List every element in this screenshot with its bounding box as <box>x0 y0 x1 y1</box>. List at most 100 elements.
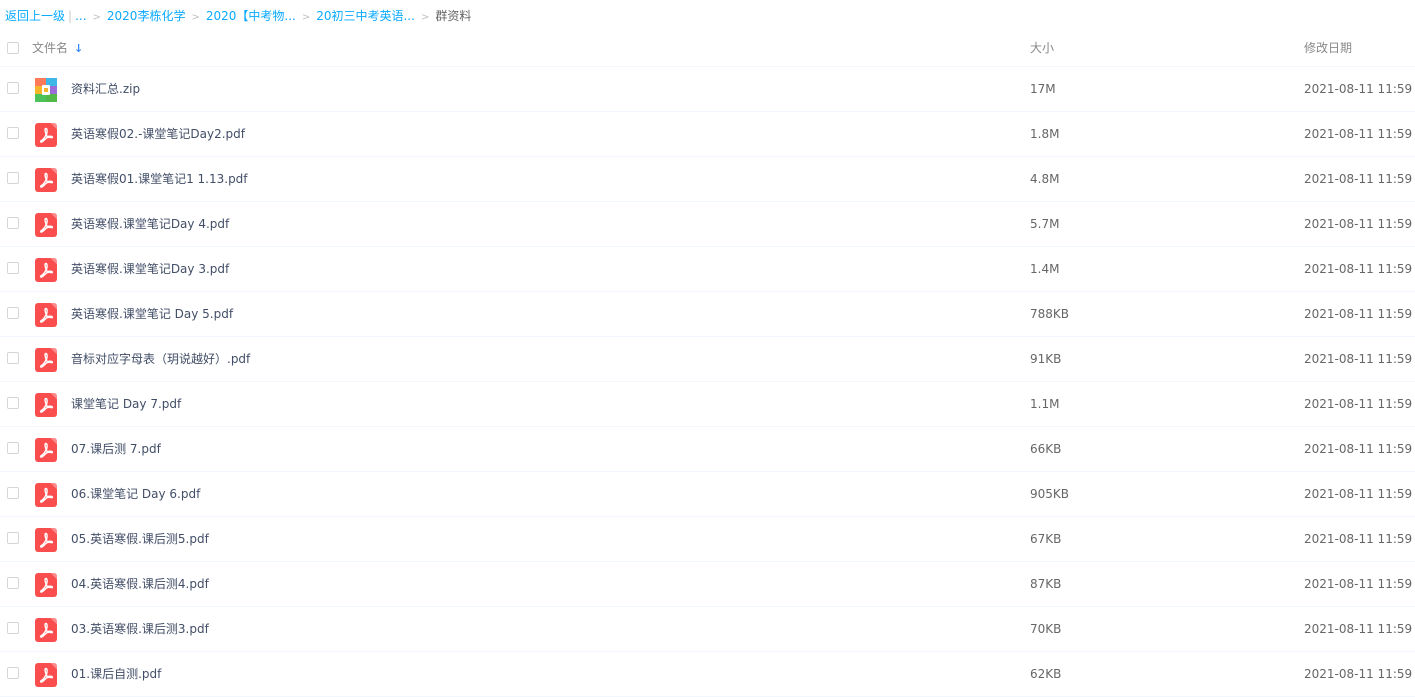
pdf-icon <box>35 168 57 192</box>
breadcrumb-current: 群资料 <box>435 9 472 23</box>
file-size: 87KB <box>1030 577 1062 591</box>
pdf-icon <box>35 258 57 282</box>
row-checkbox[interactable] <box>7 622 19 634</box>
row-checkbox[interactable] <box>7 532 19 544</box>
row-checkbox[interactable] <box>7 487 19 499</box>
file-date: 2021-08-11 11:59 <box>1304 82 1413 96</box>
arrow-down-icon[interactable]: ↓ <box>74 31 83 67</box>
file-name[interactable]: 05.英语寒假.课后测5.pdf <box>71 517 209 561</box>
breadcrumb: 返回上一级 |... >2020李栋化学 >2020【中考物... >20初三中考英语.… <box>5 7 471 25</box>
file-size: 67KB <box>1030 532 1062 546</box>
breadcrumb-item-1[interactable]: 2020李栋化学 <box>107 9 186 23</box>
file-size: 4.8M <box>1030 172 1060 186</box>
file-name[interactable]: 07.课后测 7.pdf <box>71 427 161 471</box>
file-row[interactable]: 05.英语寒假.课后测5.pdf 67KB 2021-08-11 11:59 <box>0 517 1415 562</box>
file-name[interactable]: 04.英语寒假.课后测4.pdf <box>71 562 209 606</box>
file-name[interactable]: 03.英语寒假.课后测3.pdf <box>71 607 209 651</box>
pdf-icon <box>35 483 57 507</box>
file-row[interactable]: 英语寒假01.课堂笔记1 1.13.pdf 4.8M 2021-08-11 11… <box>0 157 1415 202</box>
file-size: 17M <box>1030 82 1056 96</box>
file-date: 2021-08-11 11:59 <box>1304 442 1413 456</box>
pdf-icon <box>35 573 57 597</box>
file-date: 2021-08-11 11:59 <box>1304 487 1413 501</box>
row-checkbox[interactable] <box>7 352 19 364</box>
file-name[interactable]: 英语寒假02.-课堂笔记Day2.pdf <box>71 112 245 156</box>
file-row[interactable]: 英语寒假.课堂笔记Day 3.pdf 1.4M 2021-08-11 11:59 <box>0 247 1415 292</box>
file-date: 2021-08-11 11:59 <box>1304 307 1413 321</box>
row-checkbox[interactable] <box>7 442 19 454</box>
row-checkbox[interactable] <box>7 397 19 409</box>
file-name[interactable]: 英语寒假.课堂笔记 Day 5.pdf <box>71 292 233 336</box>
file-date: 2021-08-11 11:59 <box>1304 262 1413 276</box>
file-row[interactable]: 07.课后测 7.pdf 66KB 2021-08-11 11:59 <box>0 427 1415 472</box>
back-link[interactable]: 返回上一级 <box>5 9 65 23</box>
column-header-date[interactable]: 修改日期 <box>1304 30 1352 66</box>
row-checkbox[interactable] <box>7 82 19 94</box>
breadcrumb-pipe: | <box>68 9 73 23</box>
breadcrumb-separator: > <box>301 12 311 23</box>
file-row[interactable]: 英语寒假.课堂笔记Day 4.pdf 5.7M 2021-08-11 11:59 <box>0 202 1415 247</box>
file-list-header: 文件名 ↓ 大小 修改日期 <box>0 30 1415 67</box>
file-date: 2021-08-11 11:59 <box>1304 397 1413 411</box>
file-row[interactable]: 音标对应字母表（玥说越好）.pdf 91KB 2021-08-11 11:59 <box>0 337 1415 382</box>
select-all-checkbox[interactable] <box>7 42 19 54</box>
row-checkbox[interactable] <box>7 577 19 589</box>
pdf-icon <box>35 393 57 417</box>
pdf-icon <box>35 528 57 552</box>
file-size: 1.8M <box>1030 127 1060 141</box>
breadcrumb-separator: > <box>92 12 101 23</box>
row-checkbox[interactable] <box>7 172 19 184</box>
breadcrumb-item-3[interactable]: 20初三中考英语... <box>316 9 415 23</box>
row-checkbox[interactable] <box>7 262 19 274</box>
breadcrumb-separator: > <box>420 12 430 23</box>
column-header-name-label: 文件名 <box>32 41 69 55</box>
file-list: 资料汇总.zip 17M 2021-08-11 11:59 英语寒假02.-课堂… <box>0 67 1415 697</box>
file-name[interactable]: 英语寒假.课堂笔记Day 4.pdf <box>71 202 229 246</box>
pdf-icon <box>35 663 57 687</box>
file-size: 62KB <box>1030 667 1062 681</box>
file-size: 91KB <box>1030 352 1062 366</box>
file-size: 1.4M <box>1030 262 1060 276</box>
file-name[interactable]: 01.课后自测.pdf <box>71 652 161 696</box>
file-row[interactable]: 06.课堂笔记 Day 6.pdf 905KB 2021-08-11 11:59 <box>0 472 1415 517</box>
row-checkbox[interactable] <box>7 307 19 319</box>
file-date: 2021-08-11 11:59 <box>1304 577 1413 591</box>
pdf-icon <box>35 348 57 372</box>
file-date: 2021-08-11 11:59 <box>1304 667 1413 681</box>
breadcrumb-item-2[interactable]: 2020【中考物... <box>206 9 296 23</box>
file-name[interactable]: 英语寒假01.课堂笔记1 1.13.pdf <box>71 157 248 201</box>
breadcrumb-separator: > <box>191 12 200 23</box>
file-size: 66KB <box>1030 442 1062 456</box>
pdf-icon <box>35 123 57 147</box>
file-name[interactable]: 课堂笔记 Day 7.pdf <box>71 382 181 426</box>
row-checkbox[interactable] <box>7 127 19 139</box>
file-row[interactable]: 03.英语寒假.课后测3.pdf 70KB 2021-08-11 11:59 <box>0 607 1415 652</box>
file-size: 905KB <box>1030 487 1070 501</box>
zip-icon <box>35 78 57 102</box>
file-row[interactable]: 04.英语寒假.课后测4.pdf 87KB 2021-08-11 11:59 <box>0 562 1415 607</box>
file-date: 2021-08-11 11:59 <box>1304 172 1413 186</box>
file-date: 2021-08-11 11:59 <box>1304 352 1413 366</box>
row-checkbox[interactable] <box>7 217 19 229</box>
pdf-icon <box>35 303 57 327</box>
file-name[interactable]: 06.课堂笔记 Day 6.pdf <box>71 472 200 516</box>
file-date: 2021-08-11 11:59 <box>1304 622 1413 636</box>
file-name[interactable]: 英语寒假.课堂笔记Day 3.pdf <box>71 247 229 291</box>
file-row[interactable]: 英语寒假02.-课堂笔记Day2.pdf 1.8M 2021-08-11 11:… <box>0 112 1415 157</box>
column-header-name[interactable]: 文件名 ↓ <box>32 30 83 67</box>
column-header-size[interactable]: 大小 <box>1030 30 1054 66</box>
file-date: 2021-08-11 11:59 <box>1304 217 1413 231</box>
file-size: 788KB <box>1030 307 1070 321</box>
file-name[interactable]: 资料汇总.zip <box>71 67 140 111</box>
breadcrumb-ellipsis[interactable]: ... <box>75 9 86 23</box>
file-row[interactable]: 英语寒假.课堂笔记 Day 5.pdf 788KB 2021-08-11 11:… <box>0 292 1415 337</box>
row-checkbox[interactable] <box>7 667 19 679</box>
file-name[interactable]: 音标对应字母表（玥说越好）.pdf <box>71 337 250 381</box>
file-size: 70KB <box>1030 622 1062 636</box>
file-date: 2021-08-11 11:59 <box>1304 127 1413 141</box>
pdf-icon <box>35 618 57 642</box>
file-row[interactable]: 课堂笔记 Day 7.pdf 1.1M 2021-08-11 11:59 <box>0 382 1415 427</box>
file-size: 5.7M <box>1030 217 1060 231</box>
file-row[interactable]: 资料汇总.zip 17M 2021-08-11 11:59 <box>0 67 1415 112</box>
file-row[interactable]: 01.课后自测.pdf 62KB 2021-08-11 11:59 <box>0 652 1415 697</box>
